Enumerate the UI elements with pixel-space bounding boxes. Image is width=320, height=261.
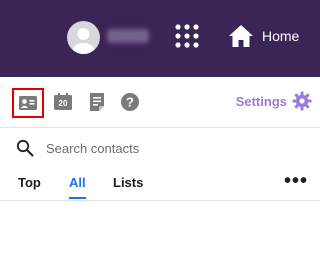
contact-tabs: Top All Lists •••: [0, 171, 320, 201]
help-button[interactable]: ?: [119, 91, 141, 113]
tab-all[interactable]: All: [69, 175, 86, 199]
calendar-button[interactable]: 20: [52, 91, 74, 113]
search-bar: [16, 137, 306, 159]
home-icon: [229, 25, 253, 47]
home-button[interactable]: Home: [228, 22, 299, 50]
gear-icon: [292, 91, 312, 111]
avatar-icon: [72, 28, 95, 54]
header-bar: Home: [0, 0, 320, 77]
username: [107, 29, 149, 43]
contacts-card-icon: [19, 96, 37, 110]
tab-top[interactable]: Top: [18, 175, 41, 199]
avatar[interactable]: [67, 21, 100, 54]
help-icon: ?: [121, 93, 139, 111]
toolbar: 20 ? Settings: [0, 77, 320, 128]
notes-button[interactable]: [86, 91, 108, 113]
search-input[interactable]: [46, 140, 286, 156]
settings-label: Settings: [235, 93, 287, 109]
tab-lists[interactable]: Lists: [113, 175, 143, 199]
home-label: Home: [262, 28, 300, 44]
svg-text:?: ?: [126, 95, 134, 110]
more-options-icon[interactable]: •••: [284, 171, 308, 191]
search-icon: [16, 139, 34, 157]
notes-icon: [90, 93, 104, 111]
contacts-tab-button[interactable]: [12, 88, 44, 118]
settings-button[interactable]: Settings: [236, 90, 312, 112]
calendar-day: 20: [58, 99, 68, 108]
apps-grid-icon[interactable]: [174, 23, 200, 49]
